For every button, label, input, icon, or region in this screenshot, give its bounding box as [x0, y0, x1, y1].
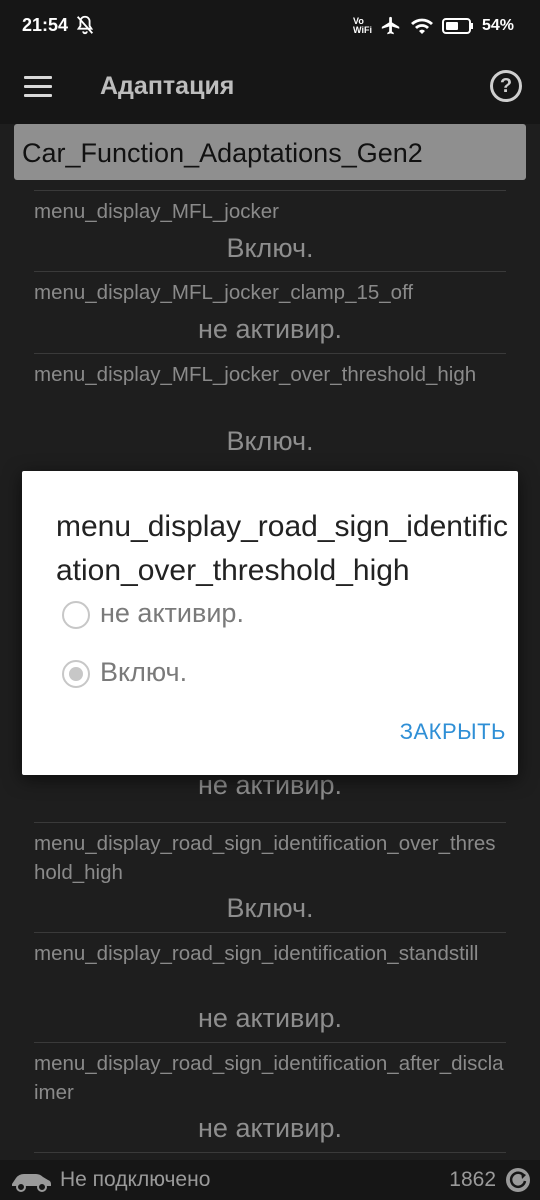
help-icon[interactable]: ? [490, 70, 522, 102]
page-title: Адаптация [100, 72, 235, 100]
option-enabled[interactable]: Включ. [62, 654, 262, 694]
app-bar: Адаптация ? [0, 52, 540, 124]
battery-percent: 54% [481, 17, 514, 34]
hamburger-icon[interactable] [24, 76, 52, 98]
status-bar: 21:54 Vo WiFi 54% [0, 0, 540, 52]
counter-value: 1862 [449, 1168, 496, 1191]
list-item[interactable]: menu_display_road_sign_identification_ov… [34, 822, 506, 932]
battery-icon [441, 18, 473, 34]
option-label: Включ. [100, 657, 188, 687]
refresh-icon[interactable] [504, 1166, 532, 1194]
item-value: не активир. [198, 1113, 342, 1143]
item-value: не активир. [198, 314, 342, 344]
list-item[interactable]: menu_display_road_sign_identification_st… [34, 932, 506, 1042]
vowifi-line-2: WiFi [353, 25, 372, 35]
list-divider [34, 1152, 506, 1160]
item-name: menu_display_road_sign_identification_st… [34, 942, 479, 965]
vowifi-indicator: Vo WiFi [353, 17, 372, 35]
value-select-dialog: menu_display_road_sign_identification_ov… [22, 471, 518, 775]
item-value: не активир. [198, 1003, 342, 1033]
list-item[interactable]: menu_display_MFL_jocker Включ. [34, 190, 506, 270]
item-name: menu_display_road_sign_identification_af… [34, 1052, 504, 1104]
connection-status: Не подключено [60, 1168, 211, 1191]
item-value: Включ. [226, 233, 314, 263]
item-name: menu_display_road_sign_identification_ov… [34, 832, 496, 884]
close-button[interactable]: ЗАКРЫТЬ [400, 719, 506, 745]
item-name: menu_display_MFL_jocker_clamp_15_off [34, 281, 414, 304]
item-value: Включ. [226, 426, 314, 456]
item-name: menu_display_MFL_jocker [34, 200, 279, 223]
radio-unchecked-icon[interactable] [62, 601, 90, 629]
notification-muted-icon [76, 15, 94, 35]
status-time: 21:54 [22, 15, 69, 35]
car-icon [12, 1174, 51, 1192]
module-header[interactable]: Car_Function_Adaptations_Gen2 [14, 124, 526, 180]
list-item[interactable]: menu_display_MFL_jocker_over_threshold_h… [34, 353, 506, 463]
item-name: menu_display_MFL_jocker_over_threshold_h… [34, 363, 477, 386]
list-item[interactable]: menu_display_MFL_jocker_clamp_15_off не … [34, 271, 506, 353]
wifi-icon [410, 18, 433, 34]
option-not-active[interactable]: не активир. [62, 595, 322, 635]
status-icons: Vo WiFi 54% [353, 14, 514, 38]
list-item[interactable]: menu_display_road_sign_identification_af… [34, 1042, 506, 1152]
option-label: не активир. [100, 598, 244, 628]
item-value: Включ. [226, 893, 314, 923]
airplane-icon [381, 16, 400, 35]
dialog-title: menu_display_road_sign_identification_ov… [56, 510, 508, 587]
radio-checked-icon[interactable] [62, 660, 90, 688]
bottom-status-bar: Не подключено 1862 [0, 1160, 540, 1200]
